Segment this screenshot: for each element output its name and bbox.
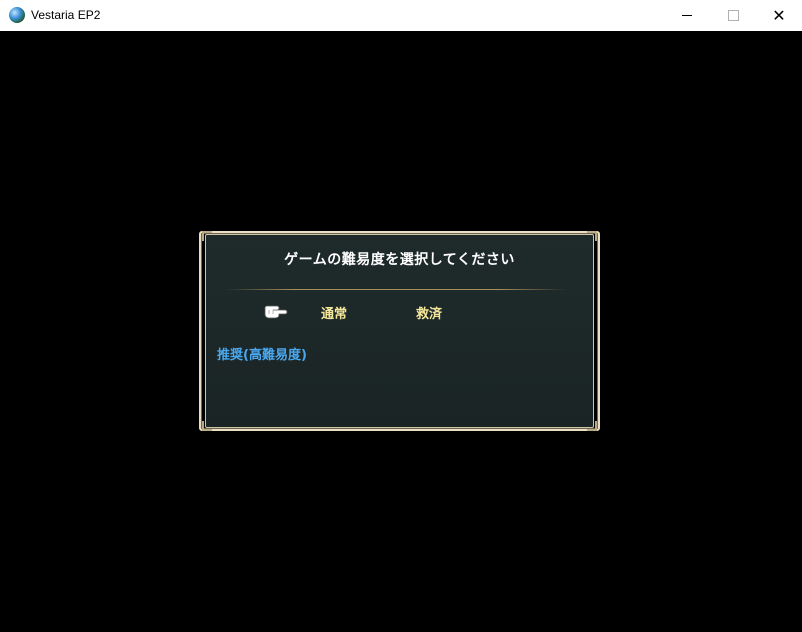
close-button[interactable]: ✕ bbox=[756, 0, 802, 31]
option-normal[interactable]: 通常 bbox=[321, 303, 347, 322]
minimize-icon bbox=[682, 15, 692, 16]
frame-corner bbox=[587, 231, 597, 241]
maximize-button[interactable] bbox=[710, 0, 756, 31]
option-rescue[interactable]: 救済 bbox=[416, 303, 442, 322]
frame-corner bbox=[202, 421, 212, 431]
game-window: Vestaria EP2 ✕ ゲームの難易度を選択してください 通常 救済 推奨… bbox=[0, 0, 802, 632]
game-screen: ゲームの難易度を選択してください 通常 救済 推奨(高難易度) bbox=[0, 31, 802, 632]
frame-corner bbox=[587, 421, 597, 431]
maximize-icon bbox=[727, 10, 739, 21]
pointing-hand-icon bbox=[264, 305, 288, 319]
difficulty-dialog: ゲームの難易度を選択してください 通常 救済 推奨(高難易度) bbox=[199, 231, 600, 431]
title-divider bbox=[225, 289, 567, 290]
title-bar[interactable]: Vestaria EP2 ✕ bbox=[0, 0, 802, 32]
globe-icon bbox=[9, 7, 25, 23]
recommendation-hint: 推奨(高難易度) bbox=[217, 348, 307, 363]
dialog-title: ゲームの難易度を選択してください bbox=[284, 252, 515, 268]
frame-corner bbox=[202, 231, 212, 241]
minimize-button[interactable] bbox=[664, 0, 710, 31]
window-title: Vestaria EP2 bbox=[31, 8, 101, 22]
close-icon: ✕ bbox=[772, 6, 786, 25]
